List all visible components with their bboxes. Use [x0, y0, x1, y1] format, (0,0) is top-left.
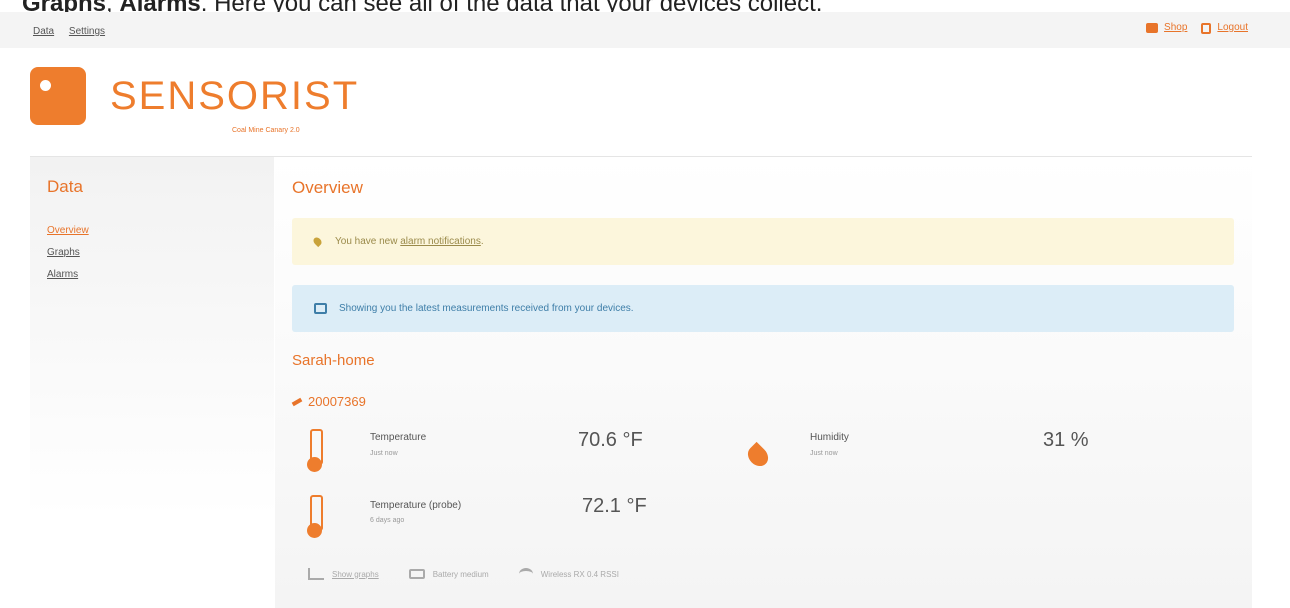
- device-id-text: 20007369: [308, 394, 366, 409]
- top-nav: Data Settings: [33, 26, 117, 37]
- battery-icon: [408, 569, 425, 579]
- topnav-data-link[interactable]: Data: [33, 26, 54, 37]
- sensor-label: Temperature: [370, 432, 427, 443]
- sensorist-logo-icon: [30, 67, 86, 125]
- info-alert-text: Showing you the latest measurements rece…: [339, 303, 634, 314]
- logout-link[interactable]: Logout: [1217, 22, 1248, 33]
- sensor-value: 31 %: [1043, 429, 1089, 451]
- info-alert: Showing you the latest measurements rece…: [292, 285, 1234, 332]
- thermometer-icon: [307, 495, 323, 538]
- sidebar-item-overview[interactable]: Overview: [47, 225, 89, 236]
- device-footer: Show graphs Battery medium Wireless RX 0…: [308, 568, 639, 580]
- wireless-item: Wireless RX 0.4 RSSI: [518, 568, 619, 580]
- sensor-value: 70.6 °F: [578, 429, 643, 451]
- show-graphs-item: Show graphs: [308, 568, 379, 580]
- brand-tagline: Coal Mine Canary 2.0: [232, 127, 300, 134]
- top-bar: [0, 12, 1290, 48]
- sidebar-nav: Overview Graphs Alarms: [47, 225, 89, 291]
- device-id: 20007369: [291, 394, 366, 409]
- thermometer-icon: [307, 429, 323, 472]
- map-pin-icon: [311, 235, 324, 248]
- water-drop-icon: [743, 441, 773, 471]
- alarm-notifications-link[interactable]: alarm notifications: [400, 236, 481, 247]
- sensor-value: 72.1 °F: [582, 495, 647, 517]
- sidebar-title: Data: [47, 177, 83, 196]
- battery-item: Battery medium: [408, 569, 489, 579]
- sensor-time: 6 days ago: [370, 517, 405, 524]
- top-links: Shop Logout: [1146, 22, 1256, 34]
- sensor-label: Humidity: [810, 432, 849, 443]
- sensor-label: Temperature (probe): [370, 500, 462, 511]
- wireless-icon: [518, 568, 533, 580]
- link-icon: [291, 397, 303, 406]
- sidebar-item-alarms[interactable]: Alarms: [47, 269, 78, 280]
- sidebar: Data Overview Graphs Alarms: [30, 157, 274, 517]
- lock-icon: [1201, 23, 1212, 34]
- shop-link[interactable]: Shop: [1164, 22, 1187, 33]
- brand-name: SENSORIST: [110, 73, 360, 118]
- show-graphs-link[interactable]: Show graphs: [332, 570, 379, 579]
- wireless-status: Wireless RX 0.4 RSSI: [540, 569, 619, 579]
- main-content: Overview You have new alarm notification…: [275, 157, 1252, 608]
- brand: SENSORIST: [30, 67, 359, 125]
- sensor-time: Just now: [370, 450, 398, 457]
- sensor-time: Just now: [810, 450, 838, 457]
- page-title: Overview: [292, 178, 363, 197]
- shop-icon: [1146, 22, 1159, 33]
- device-name: Sarah-home: [292, 352, 375, 369]
- alarm-alert-suffix: .: [480, 236, 484, 247]
- sidebar-item-graphs[interactable]: Graphs: [47, 247, 80, 258]
- message-icon: [314, 303, 327, 314]
- chart-icon: [308, 568, 324, 580]
- alarm-alert-prefix: You have new: [335, 236, 398, 247]
- battery-status: Battery medium: [432, 569, 489, 579]
- alarm-alert: You have new alarm notifications.: [292, 218, 1234, 265]
- topnav-settings-link[interactable]: Settings: [69, 26, 105, 37]
